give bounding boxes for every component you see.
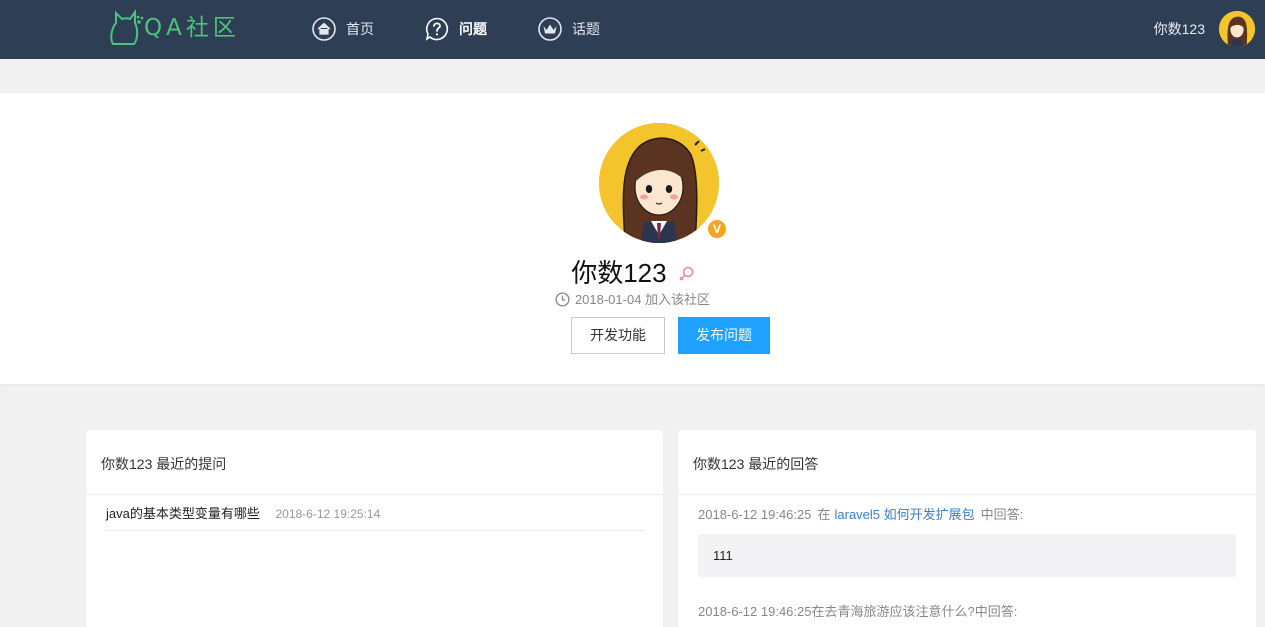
recent-questions-title: 你数123 最近的提问 [86,430,663,495]
answer-content: 111 [698,534,1236,577]
dev-feature-button[interactable]: 开发功能 [571,317,665,354]
profile-avatar-image [599,123,719,243]
nav-item-topics-label: 话题 [572,21,600,37]
nav-username[interactable]: 你数123 [1154,19,1205,39]
profile-card: V 你数123 2018-01-04 加入该社区 开发功能 发布问题 [0,93,1265,384]
answer-in-label: 在 [811,604,825,619]
answer-meta: 2018-6-12 19:46:25在去青海旅游应该注意什么?中回答: [678,577,1256,620]
cat-logo-icon [110,9,144,45]
answer-suffix: 中回答: [974,604,1018,619]
profile-name-text: 你数123 [571,258,667,288]
nav-item-questions-label: 问题 [459,21,487,37]
publish-question-button[interactable]: 发布问题 [678,317,770,354]
answer-question-link[interactable]: laravel5 如何开发扩展包 [835,507,975,522]
recent-answers-title: 你数123 最近的回答 [678,430,1256,495]
clock-icon [555,292,570,307]
profile-avatar [599,123,719,243]
site-logo[interactable]: QA社区 [108,8,240,48]
nav-item-home-label: 首页 [346,21,374,37]
answer-meta: 2018-6-12 19:46:25 在 laravel5 如何开发扩展包 中回答: [678,495,1256,534]
nav-item-home[interactable]: 首页 [312,14,374,44]
question-title[interactable]: java的基本类型变量有哪些 [106,506,260,521]
answer-suffix: 中回答: [980,507,1024,522]
verified-badge: V [706,218,728,240]
logo-text: QA社区 [144,15,240,41]
question-time: 2018-6-12 19:25:14 [275,507,381,521]
answer-in-label: 在 [817,507,831,522]
user-avatar-icon [1219,11,1255,47]
nav-item-topics[interactable]: 话题 [538,14,600,44]
question-icon [425,17,449,41]
recent-answers-panel: 你数123 最近的回答 2018-6-12 19:46:25 在 laravel5 … [678,430,1256,627]
recent-questions-panel: 你数123 最近的提问 java的基本类型变量有哪些 2018-6-12 19:… [86,430,663,627]
joined-date: 2018-01-04 加入该社区 [0,289,1265,308]
crown-icon [538,17,562,41]
home-icon [312,17,336,41]
nav-item-questions[interactable]: 问题 [425,14,487,44]
answer-time: 2018-6-12 19:46:25 [698,507,812,522]
answer-time: 2018-6-12 19:46:25 [698,604,812,619]
nav-avatar[interactable] [1219,11,1255,47]
female-icon [679,266,694,281]
profile-name: 你数123 [0,253,1265,290]
answer-question-link[interactable]: 去青海旅游应该注意什么? [825,604,975,619]
top-navbar: QA社区 首页 问题 话题 你数123 [0,0,1265,59]
question-list-item[interactable]: java的基本类型变量有哪些 2018-6-12 19:25:14 [104,495,645,531]
joined-date-text: 2018-01-04 加入该社区 [574,292,711,307]
